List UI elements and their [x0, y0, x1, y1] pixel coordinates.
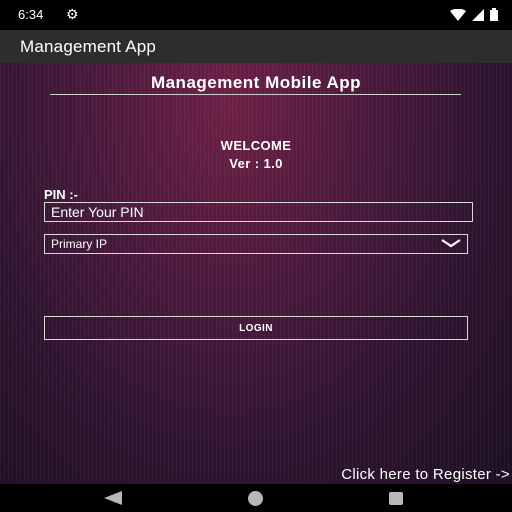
system-nav-bar — [0, 484, 512, 512]
home-icon[interactable] — [248, 491, 263, 506]
back-icon[interactable] — [104, 491, 122, 505]
app-title: Management App — [20, 37, 157, 56]
wifi-icon — [450, 8, 466, 21]
status-time: 6:34 — [18, 7, 44, 22]
version-text: Ver : 1.0 — [229, 156, 283, 171]
battery-icon — [490, 8, 498, 21]
status-bar: 6:34 ⚙ — [0, 0, 512, 30]
title-divider — [50, 94, 461, 95]
ip-select-dropdown[interactable]: Primary IP — [44, 234, 468, 254]
signal-icon — [472, 8, 484, 21]
chevron-down-icon — [441, 239, 461, 248]
welcome-text: WELCOME — [220, 138, 292, 153]
login-screen: Management Mobile App WELCOME Ver : 1.0 … — [0, 63, 512, 484]
login-button[interactable]: LOGIN — [44, 316, 468, 340]
gear-icon: ⚙ — [66, 6, 79, 22]
status-icons — [450, 8, 498, 21]
page-title: Management Mobile App — [150, 73, 362, 92]
ip-select-value: Primary IP — [51, 237, 108, 251]
pin-input[interactable] — [44, 202, 473, 222]
pin-label: PIN :- — [44, 187, 78, 202]
recents-icon[interactable] — [389, 492, 403, 505]
app-bar: Management App — [0, 30, 512, 63]
register-link[interactable]: Click here to Register -> — [341, 466, 510, 483]
